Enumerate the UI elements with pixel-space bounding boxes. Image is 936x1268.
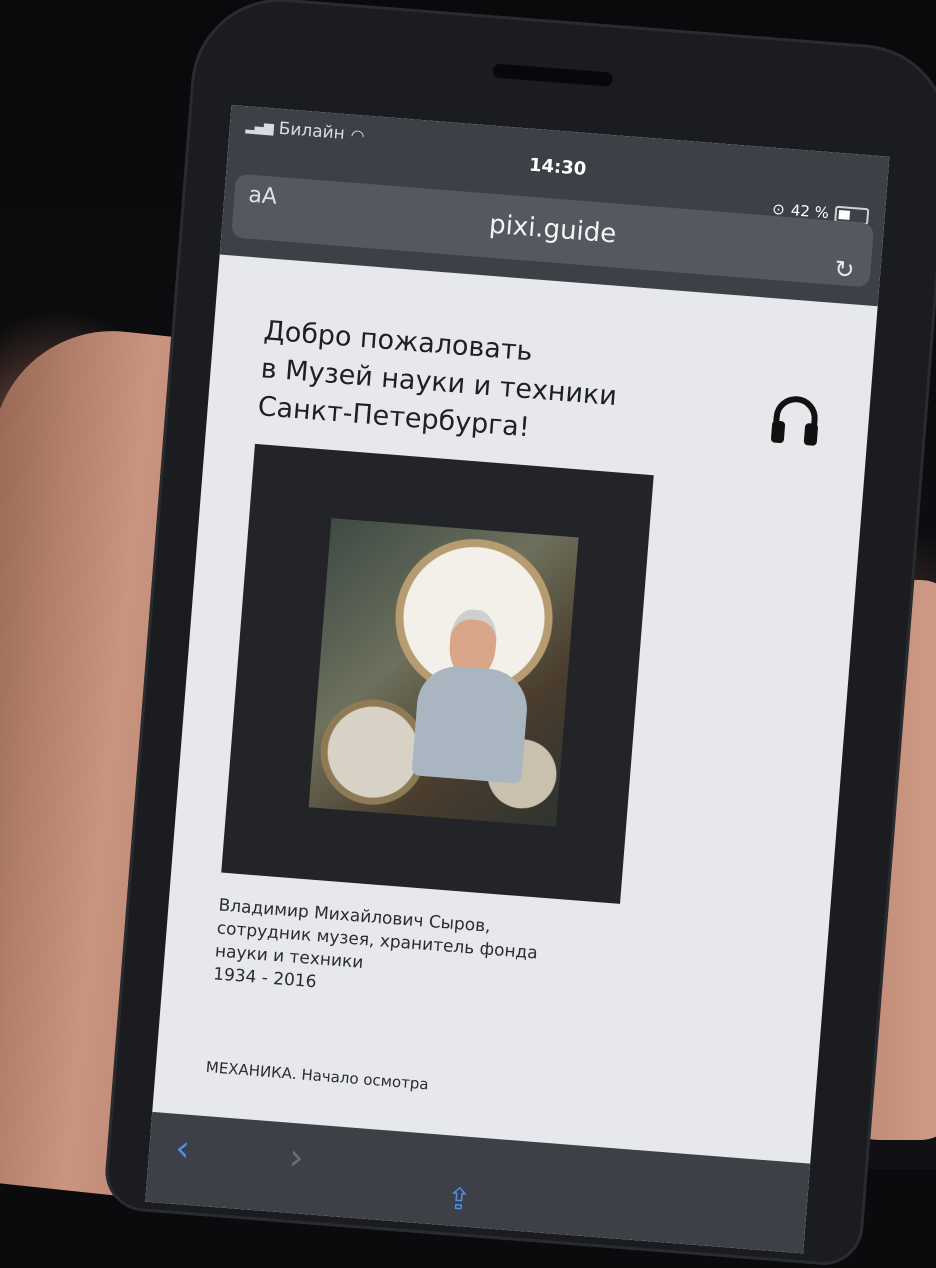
share-icon[interactable]: ⇪	[445, 1181, 473, 1218]
section-link[interactable]: МЕХАНИКА. Начало осмотра	[205, 1058, 765, 1120]
phone-screen: ▂▄▆ Билайн ◠ 14:30 ⊙ 42 % aA pixi.guide …	[145, 104, 890, 1254]
back-icon[interactable]: ‹	[174, 1128, 192, 1170]
page-content: Добро пожаловать в Музей науки и техники…	[155, 308, 873, 1123]
forward-icon[interactable]: ›	[287, 1137, 305, 1179]
photo-frame	[221, 443, 654, 904]
browser-chrome: ▂▄▆ Билайн ◠ 14:30 ⊙ 42 % aA pixi.guide …	[219, 104, 890, 307]
earpiece-speaker	[492, 63, 614, 87]
browser-toolbar: ‹ › ⇪	[145, 1111, 811, 1254]
reload-icon[interactable]: ↻	[833, 255, 855, 284]
phone: ▂▄▆ Билайн ◠ 14:30 ⊙ 42 % aA pixi.guide …	[102, 0, 936, 1268]
headphones-icon[interactable]	[769, 392, 823, 448]
person-figure	[411, 606, 534, 784]
page-title: Добро пожаловать в Музей науки и техники…	[256, 312, 644, 455]
photo-caption: Владимир Михайлович Сыров, сотрудник муз…	[212, 894, 638, 1019]
portrait-photo	[308, 518, 579, 827]
